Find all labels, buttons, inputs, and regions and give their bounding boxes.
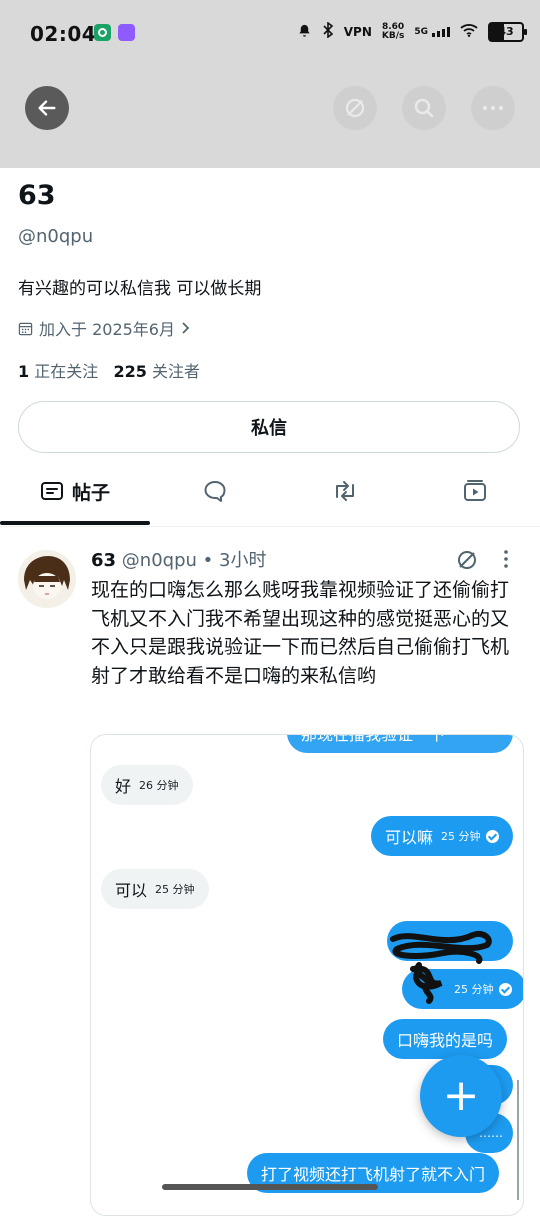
- following-label: 正在关注: [34, 362, 98, 381]
- profile-display-name: 63: [18, 180, 56, 211]
- reply-bubble-icon: [202, 479, 228, 503]
- post-separator: •: [203, 550, 214, 571]
- posts-icon: [40, 480, 64, 502]
- home-indicator[interactable]: [162, 1184, 378, 1190]
- tab-media[interactable]: [410, 456, 540, 526]
- post-text: 现在的口嗨怎么那么贱呀我靠视频验证了还偷偷打飞机又不入门我不希望出现这种的感觉挺…: [91, 576, 521, 690]
- media-play-icon: [462, 479, 488, 503]
- post-author[interactable]: 63: [91, 550, 116, 571]
- chat-bubble-text: 口嗨我的是吗: [397, 1027, 493, 1051]
- calendar-icon: [18, 321, 33, 336]
- post-time: 3小时: [219, 550, 266, 571]
- more-horizontal-icon: [481, 104, 505, 112]
- follow-stats: 1 正在关注 225 关注者: [18, 358, 200, 382]
- more-options-button[interactable]: [471, 86, 515, 130]
- app-notification-icon: [94, 24, 111, 41]
- tab-posts-label: 帖子: [72, 478, 110, 505]
- status-bar: 02:04 VPN 8.60 KB/s 5G 43: [0, 0, 540, 66]
- followers-label: 关注者: [152, 362, 200, 381]
- network-type: 5G: [414, 27, 428, 37]
- more-vertical-icon: [502, 548, 510, 570]
- grok-icon: [343, 96, 367, 120]
- repost-icon: [331, 479, 359, 503]
- profile-tabs: 帖子: [0, 456, 540, 527]
- arrow-left-icon: [36, 97, 58, 119]
- following-count: 1: [18, 362, 29, 381]
- vpn-indicator: VPN: [344, 25, 372, 39]
- grok-button[interactable]: [333, 86, 377, 130]
- active-tab-indicator: [0, 521, 150, 525]
- followers-count: 225: [114, 362, 147, 381]
- following-link[interactable]: 1 正在关注: [18, 362, 98, 381]
- post-more-button[interactable]: [502, 548, 510, 574]
- profile-bio: 有兴趣的可以私信我 可以做长期: [18, 274, 261, 299]
- chevron-right-icon: [181, 321, 191, 335]
- chat-bubble-incoming: 好 26 分钟: [101, 765, 193, 805]
- clock: 02:04: [30, 22, 96, 46]
- app-notification-icon-2: [118, 24, 135, 41]
- battery-level: 43: [498, 25, 513, 38]
- battery-icon: 43: [488, 22, 524, 42]
- chat-bubble-outgoing: 那现在播我验证一下: [287, 734, 513, 753]
- tab-replies[interactable]: [150, 456, 280, 526]
- chat-bubble-text: 好: [115, 773, 131, 797]
- grok-icon: [455, 548, 479, 572]
- joined-text: 加入于 2025年6月: [39, 316, 175, 340]
- tab-reposts[interactable]: [280, 456, 410, 526]
- avatar[interactable]: [18, 550, 76, 608]
- cellular-signal-icon: 5G: [414, 27, 450, 37]
- read-check-icon: [486, 830, 499, 843]
- bluetooth-icon: [322, 22, 334, 42]
- chat-bubble-text: 那现在播我验证一下: [301, 734, 445, 745]
- profile-handle: @n0qpu: [18, 226, 93, 247]
- back-button[interactable]: [25, 86, 69, 130]
- chat-bubble-outgoing: 可以嘛 25 分钟: [371, 816, 513, 856]
- chat-bubble-incoming: 可以 25 分钟: [101, 869, 209, 909]
- chat-bubble-time: 26 分钟: [139, 777, 179, 793]
- message-button[interactable]: 私信: [18, 401, 520, 453]
- network-speed: 8.60 KB/s: [382, 23, 404, 41]
- post-header: 63 @n0qpu • 3小时: [91, 546, 266, 572]
- grok-explain-button[interactable]: [455, 548, 479, 576]
- chat-bubble-text: 可以: [115, 877, 147, 901]
- speed-unit: KB/s: [382, 31, 404, 41]
- post-handle[interactable]: @n0qpu: [122, 550, 197, 571]
- alarm-icon: [297, 23, 312, 42]
- chat-bubble-time: 25 分钟: [441, 828, 481, 844]
- scrollbar[interactable]: [517, 1080, 519, 1200]
- chat-bubble-text: 打了视频还打飞机射了就不入门: [261, 1161, 485, 1185]
- followers-link[interactable]: 225 关注者: [114, 362, 201, 381]
- compose-post-button[interactable]: +: [420, 1055, 502, 1137]
- tab-posts[interactable]: 帖子: [0, 456, 150, 526]
- search-icon: [412, 96, 436, 120]
- wifi-icon: [460, 23, 478, 41]
- post-image[interactable]: 那现在播我验证一下 好 26 分钟 可以嘛 25 分钟 可以 25 分钟 25 …: [90, 734, 524, 1216]
- chat-bubble-time: 25 分钟: [155, 881, 195, 897]
- redaction-scribble: [383, 925, 503, 1005]
- chat-bubble-text: 可以嘛: [385, 824, 433, 848]
- search-button[interactable]: [402, 86, 446, 130]
- chat-bubble-outgoing: 口嗨我的是吗: [383, 1019, 507, 1059]
- profile-joined-date[interactable]: 加入于 2025年6月: [18, 316, 191, 340]
